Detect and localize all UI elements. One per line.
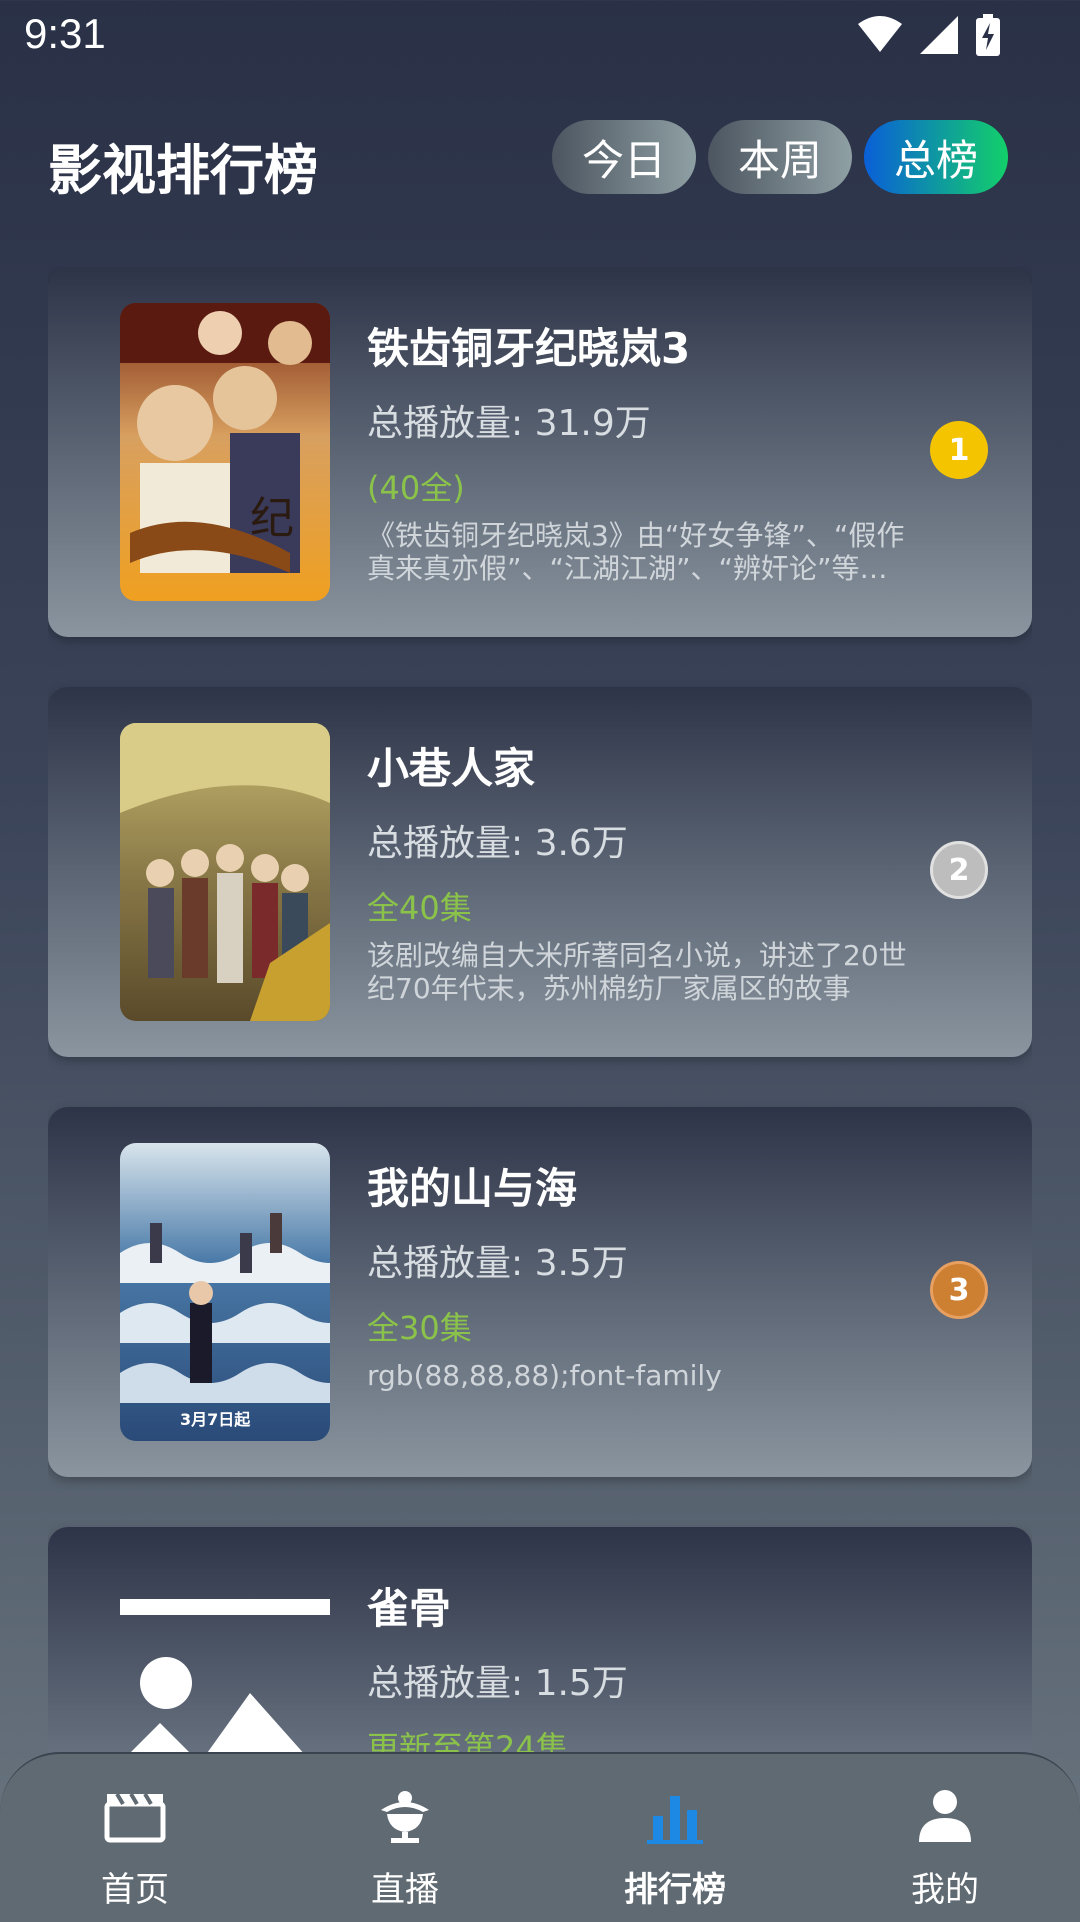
play-count: 总播放量: 1.5万 (367, 1663, 628, 1704)
status-bar: 9:31 (0, 0, 1080, 72)
play-count: 总播放量: 3.5万 (367, 1243, 628, 1284)
poster-placeholder-icon (120, 1563, 330, 1754)
status-time: 9:31 (24, 10, 106, 57)
page-title: 影视排行榜 (48, 139, 318, 202)
nav-profile[interactable]: 我的 (810, 1754, 1080, 1922)
clapperboard-icon (104, 1792, 166, 1843)
signal-icon (920, 16, 958, 54)
rank-badge: 2 (930, 841, 988, 899)
card-title: 我的山与海 (367, 1164, 578, 1213)
episode-info: (40全) (367, 469, 465, 507)
nav-label: 排行榜 (624, 1870, 726, 1910)
wifi-icon (858, 16, 902, 52)
poster-image: 3月7日起 (120, 1143, 330, 1441)
nav-label: 首页 (101, 1870, 169, 1910)
ranking-card[interactable]: 雀骨 总播放量: 1.5万 更新至第24集 (48, 1527, 1032, 1754)
bottom-nav: 首页 直播 排行榜 我的 (0, 1752, 1080, 1922)
card-description: 该剧改编自大米所著同名小说，讲述了20世纪70年代末，苏州棉纺厂家属区的故事 (367, 939, 907, 1005)
play-count: 总播放量: 31.9万 (367, 403, 651, 444)
tab-this-week[interactable]: 本周 (708, 120, 852, 194)
live-icon (381, 1791, 429, 1843)
card-title: 铁齿铜牙纪晓岚3 (367, 324, 691, 373)
nav-label: 我的 (911, 1870, 979, 1910)
header: 影视排行榜 今日 本周 总榜 (0, 110, 1080, 210)
episode-info: 全30集 (367, 1309, 472, 1347)
nav-live[interactable]: 直播 (270, 1754, 540, 1922)
battery-charging-icon (976, 14, 1000, 56)
ranking-card[interactable]: 3月7日起 我的山与海 总播放量: 3.5万 全30集 rgb(88,88,88… (48, 1107, 1032, 1477)
bar-chart-icon (647, 1796, 703, 1844)
nav-ranking[interactable]: 排行榜 (540, 1754, 810, 1922)
poster-image (120, 723, 330, 1021)
card-title: 雀骨 (367, 1584, 452, 1633)
nav-label: 直播 (371, 1870, 439, 1910)
svg-text:纪: 纪 (250, 493, 294, 544)
tab-today[interactable]: 今日 (552, 120, 696, 194)
card-title: 小巷人家 (367, 744, 536, 793)
tab-bar: 今日 本周 总榜 (552, 120, 1008, 194)
person-icon (919, 1790, 971, 1842)
play-count: 总播放量: 3.6万 (367, 823, 628, 864)
rank-badge: 1 (930, 421, 988, 479)
card-description: rgb(88,88,88);font-family (367, 1359, 722, 1392)
status-icons (858, 14, 1000, 56)
rank-badge: 3 (930, 1261, 988, 1319)
tab-overall[interactable]: 总榜 (864, 120, 1008, 194)
episode-info: 全40集 (367, 889, 472, 927)
nav-home[interactable]: 首页 (0, 1754, 270, 1922)
card-description: 《铁齿铜牙纪晓岚3》由“好女争锋”、“假作真来真亦假”、“江湖江湖”、“辨奸论”… (367, 519, 905, 585)
ranking-list[interactable]: 纪 铁齿铜牙纪晓岚3 总播放量: 31.9万 (40全) 《铁齿铜牙纪晓岚3》由… (48, 267, 1032, 1754)
poster-image: 纪 (120, 303, 330, 601)
ranking-card[interactable]: 小巷人家 总播放量: 3.6万 全40集 该剧改编自大米所著同名小说，讲述了20… (48, 687, 1032, 1057)
svg-text:3月7日起: 3月7日起 (180, 1410, 251, 1429)
ranking-card[interactable]: 纪 铁齿铜牙纪晓岚3 总播放量: 31.9万 (40全) 《铁齿铜牙纪晓岚3》由… (48, 267, 1032, 637)
episode-info: 更新至第24集 (367, 1729, 568, 1754)
